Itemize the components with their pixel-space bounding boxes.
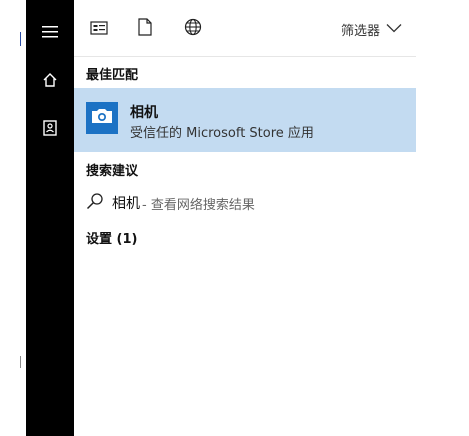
search-filter-bar: 筛选器 [74,0,416,57]
result-app-subtitle: 受信任的 Microsoft Store 应用 [130,126,314,141]
camera-app-tile [86,102,118,134]
start-rail [26,0,74,436]
home-button[interactable] [26,56,74,104]
best-match-heading: 最佳匹配 [86,68,139,83]
chevron-down-icon [386,22,402,37]
apps-icon [90,20,108,39]
settings-group-heading[interactable]: 设置 (1) [86,228,137,247]
documents-tab[interactable] [134,18,156,40]
search-icon [86,192,104,214]
menu-button[interactable] [26,8,74,56]
filter-dropdown[interactable]: 筛选器 [341,18,402,40]
hamburger-menu-icon [42,26,58,38]
result-app-name: 相机 [130,105,158,121]
suggestion-term: 相机 [112,196,140,212]
search-panel: 筛选器 最佳匹配 相机 受信任的 Microsoft Store 应用 搜索建议… [74,0,416,436]
web-tab[interactable] [182,18,204,40]
account-button[interactable] [26,104,74,152]
apps-tab[interactable] [88,18,110,40]
globe-icon [184,18,202,40]
contact-card-icon [43,120,57,136]
search-suggestions-heading: 搜索建议 [86,164,139,179]
background-window [0,0,26,436]
web-search-suggestion[interactable]: 相机 - 查看网络搜索结果 [86,192,255,214]
document-icon [138,18,152,40]
suggestion-hint: - 查看网络搜索结果 [142,197,255,213]
camera-icon [91,108,113,128]
best-match-result[interactable]: 相机 受信任的 Microsoft Store 应用 [74,88,416,152]
filter-label: 筛选器 [340,23,380,39]
home-icon [42,72,58,88]
